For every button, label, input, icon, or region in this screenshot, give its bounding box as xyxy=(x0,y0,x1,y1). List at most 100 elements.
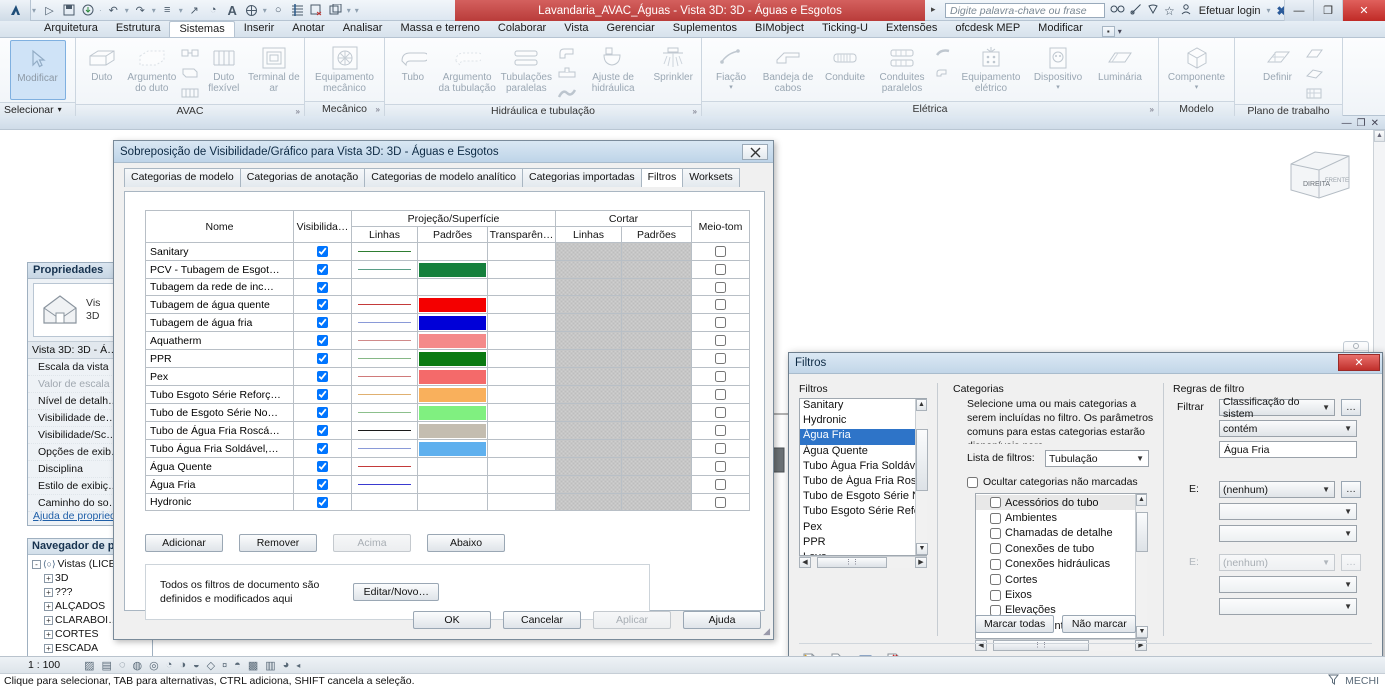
halftone-cell[interactable] xyxy=(691,367,750,386)
projection-patterns-cell[interactable] xyxy=(417,242,488,261)
category-row[interactable]: Acessórios do tubo xyxy=(976,495,1146,511)
account-icon[interactable] xyxy=(1180,3,1192,18)
abaixo-button[interactable]: Abaixo xyxy=(427,534,505,552)
rule3-ellipsis-button[interactable]: … xyxy=(1341,554,1361,571)
visibility-cell[interactable] xyxy=(293,242,352,261)
close-button[interactable]: ✕ xyxy=(1342,0,1385,21)
category-checkbox[interactable] xyxy=(990,512,1001,524)
save-icon[interactable] xyxy=(60,2,77,19)
undo-icon[interactable]: ↶ xyxy=(105,2,122,19)
filters-list-vscrollbar[interactable]: ▲ ▼ xyxy=(915,399,928,555)
visibility-cell[interactable] xyxy=(293,295,352,314)
ribbon-tab-vista[interactable]: Vista xyxy=(555,21,597,37)
projection-lines-cell[interactable] xyxy=(351,421,418,440)
reveal-hidden-elements-icon[interactable]: ◍ xyxy=(132,659,142,672)
marcar-todas-button[interactable]: Marcar todas xyxy=(975,615,1055,633)
favorites-star-icon[interactable]: ☆ xyxy=(1164,4,1175,18)
browser-node[interactable]: + ESCADA xyxy=(30,641,150,655)
ribbon-tabs-overflow[interactable]: ▪ ▾ xyxy=(1101,26,1122,37)
hidraulica-expand-icon[interactable]: » xyxy=(693,107,697,116)
ajuste-hidraulica-button[interactable]: Ajuste de hidráulica xyxy=(578,40,649,94)
halftone-checkbox[interactable] xyxy=(715,407,726,419)
tree-expander-icon[interactable]: - xyxy=(32,559,41,569)
adicionar-button[interactable]: Adicionar xyxy=(145,534,223,552)
visibility-checkbox[interactable] xyxy=(317,335,328,347)
thin-lines-icon[interactable] xyxy=(289,2,306,19)
tree-expander-icon[interactable]: + xyxy=(44,601,53,611)
projection-lines-cell[interactable] xyxy=(351,439,418,458)
categories-vscrollbar[interactable]: ▲ ▼ xyxy=(1135,494,1148,638)
projection-patterns-cell[interactable] xyxy=(417,385,488,404)
halftone-cell[interactable] xyxy=(691,439,750,458)
filters-dialog-close-button[interactable]: ✕ xyxy=(1338,354,1380,371)
vg-ajuda-button[interactable]: Ajuda xyxy=(683,611,761,629)
login-button[interactable]: Efetuar login xyxy=(1199,5,1261,17)
halftone-cell[interactable] xyxy=(691,475,750,494)
ribbon-tab-anotar[interactable]: Anotar xyxy=(283,21,333,37)
visibility-checkbox[interactable] xyxy=(317,461,328,473)
analytical-model-icon[interactable]: ◑ xyxy=(179,659,186,671)
visibility-checkbox[interactable] xyxy=(317,496,328,508)
dispositivo-button[interactable]: Dispositivo ▾ xyxy=(1027,40,1089,91)
sprinkler-button[interactable]: Sprinkler xyxy=(648,40,698,84)
halftone-checkbox[interactable] xyxy=(715,317,726,329)
halftone-cell[interactable] xyxy=(691,421,750,440)
categories-hscroll-left-icon[interactable]: ◀ xyxy=(975,640,987,651)
category-row[interactable]: Chamadas de detalhe xyxy=(976,526,1146,541)
navbar-top-handle[interactable] xyxy=(1344,342,1368,351)
visibility-cell[interactable] xyxy=(293,385,352,404)
visibility-checkbox[interactable] xyxy=(317,443,328,455)
table-row[interactable]: Sanitary xyxy=(145,242,750,261)
viewer-icon[interactable] xyxy=(1304,84,1326,102)
filters-hscroll-thumb[interactable]: ⋮⋮ xyxy=(817,557,887,568)
projection-patterns-cell[interactable] xyxy=(417,367,488,386)
dispositivo-caret-icon[interactable]: ▾ xyxy=(1056,84,1060,91)
rule1-chevron-down-icon[interactable]: ▼ xyxy=(1322,403,1330,412)
view-restore-button[interactable]: ❐ xyxy=(1357,118,1366,129)
category-checkbox[interactable] xyxy=(990,543,1001,555)
filter-list-item[interactable]: Tubo de Água Fria Rosc… xyxy=(800,475,916,490)
rule3-value-chevron-down-icon[interactable]: ▼ xyxy=(1344,602,1352,611)
view-close-button[interactable]: ✕ xyxy=(1371,118,1379,129)
halftone-checkbox[interactable] xyxy=(715,371,726,383)
projection-lines-cell[interactable] xyxy=(351,493,418,511)
filter-list-chevron-down-icon[interactable]: ▼ xyxy=(1136,454,1144,463)
visibility-checkbox[interactable] xyxy=(317,407,328,419)
vg-tab-categorias-de-modelo-anal-tico[interactable]: Categorias de modelo analítico xyxy=(364,168,523,187)
projection-transparency-cell[interactable] xyxy=(487,493,556,511)
vg-resize-grip[interactable]: ◢ xyxy=(763,626,770,637)
mecanico-expand-icon[interactable]: » xyxy=(376,105,380,114)
projection-patterns-cell[interactable] xyxy=(417,331,488,350)
halftone-checkbox[interactable] xyxy=(715,353,726,365)
sun-path-icon[interactable]: ◇ xyxy=(207,659,215,672)
categories-scroll-down-icon[interactable]: ▼ xyxy=(1136,626,1148,638)
section-icon[interactable]: ○ xyxy=(270,2,287,19)
projection-lines-cell[interactable] xyxy=(351,313,418,332)
filter-list-item[interactable]: Tubo de Esgoto Série N… xyxy=(800,490,916,505)
ribbon-tab-ofcdesk-mep[interactable]: ofcdesk MEP xyxy=(946,21,1029,37)
eletrica-expand-icon[interactable]: » xyxy=(1150,105,1154,114)
projection-lines-cell[interactable] xyxy=(351,331,418,350)
projection-transparency-cell[interactable] xyxy=(487,242,556,261)
default-3d-view-icon[interactable] xyxy=(243,2,260,19)
projection-transparency-cell[interactable] xyxy=(487,367,556,386)
close-hidden-windows-icon[interactable] xyxy=(308,2,325,19)
projection-lines-cell[interactable] xyxy=(351,475,418,494)
filter-list-item[interactable]: Água Quente xyxy=(800,445,916,460)
ribbon-tab-suplementos[interactable]: Suplementos xyxy=(664,21,746,37)
projection-lines-cell[interactable] xyxy=(351,367,418,386)
visibility-cell[interactable] xyxy=(293,349,352,368)
visibility-checkbox[interactable] xyxy=(317,299,328,311)
tree-expander-icon[interactable]: + xyxy=(44,587,53,597)
duto-button[interactable]: Duto xyxy=(79,40,125,84)
pipe-fitting-icon[interactable] xyxy=(556,44,578,62)
hide-crop-region-icon[interactable]: ▤ xyxy=(102,659,112,672)
revit-logo-icon[interactable] xyxy=(0,0,31,21)
vg-ok-button[interactable]: OK xyxy=(413,611,491,629)
table-row[interactable]: Tubo Água Fria Soldável,… xyxy=(145,439,750,458)
halftone-checkbox[interactable] xyxy=(715,443,726,455)
fiacao-caret-icon[interactable]: ▾ xyxy=(729,84,733,91)
visibility-checkbox[interactable] xyxy=(317,353,328,365)
visibility-cell[interactable] xyxy=(293,260,352,279)
halftone-cell[interactable] xyxy=(691,278,750,296)
